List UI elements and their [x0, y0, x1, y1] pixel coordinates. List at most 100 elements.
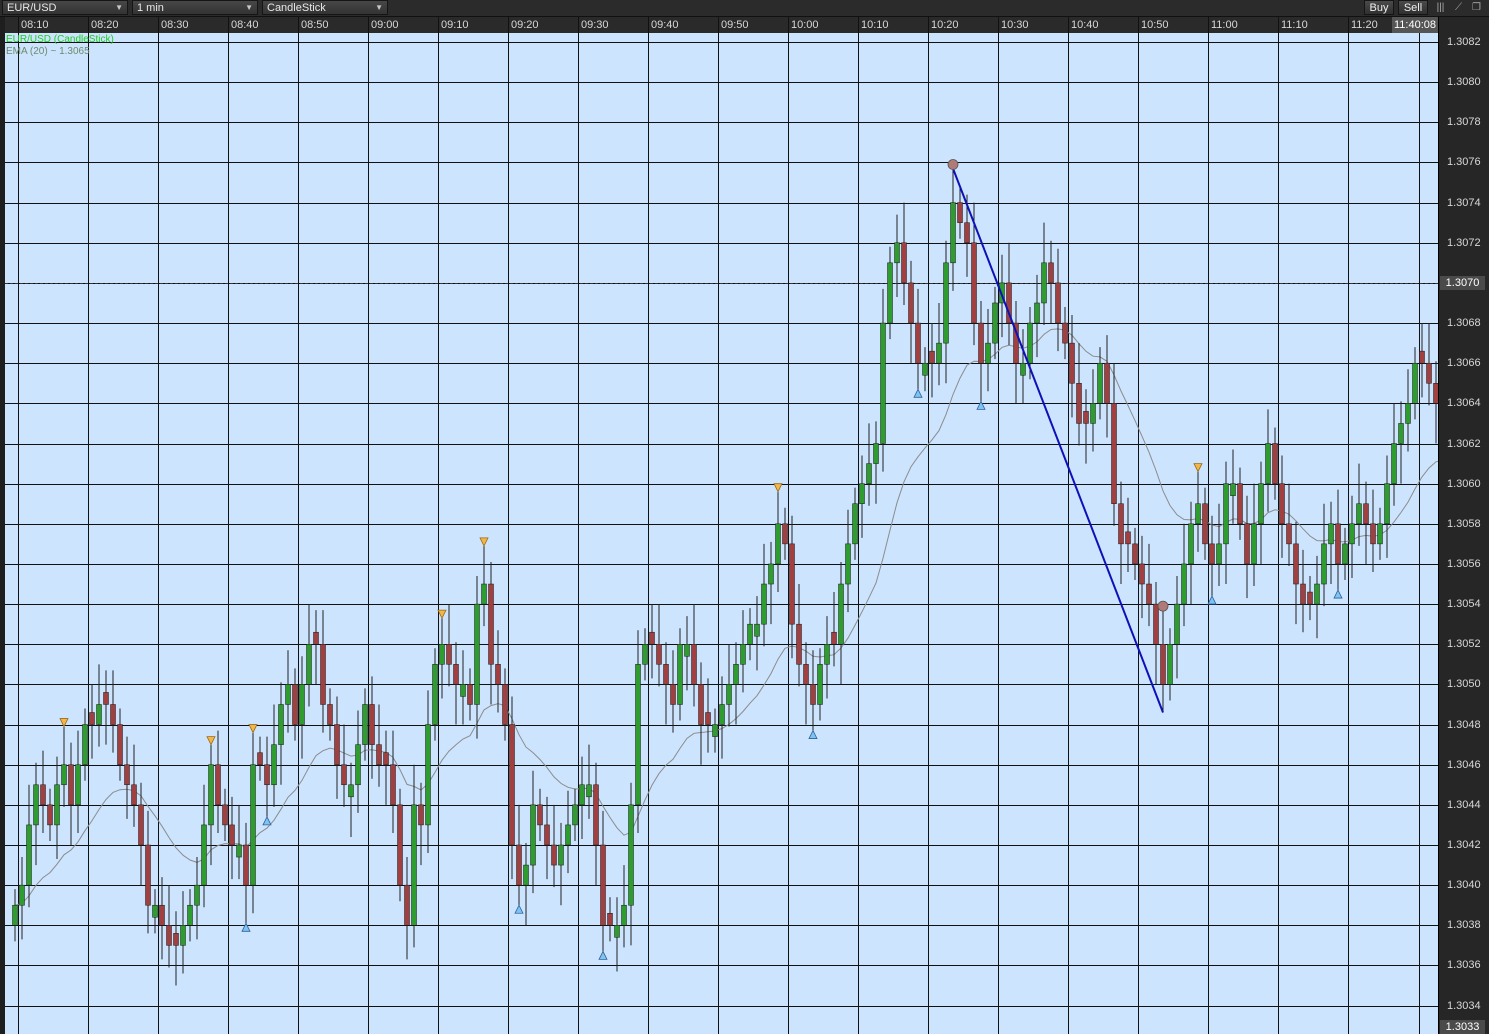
candle-body	[579, 784, 585, 806]
candle-body	[1363, 503, 1369, 525]
price-tick-label: 1.3052	[1447, 638, 1481, 650]
candle-body	[1349, 523, 1355, 545]
candle-body	[1356, 503, 1362, 525]
time-tick-label: 11:00	[1211, 19, 1238, 31]
candle-body	[719, 704, 725, 725]
price-tick-label: 1.3056	[1447, 558, 1481, 570]
candle-body	[383, 752, 389, 765]
candle-body	[327, 704, 333, 725]
candle-body	[1181, 563, 1187, 605]
candle-body	[117, 724, 123, 765]
candle-body	[54, 784, 60, 826]
candle-body	[1076, 383, 1082, 424]
price-tick-label: 1.3046	[1447, 759, 1481, 771]
chart-plot-area[interactable]	[5, 33, 1438, 1034]
candle-body	[915, 322, 921, 364]
candle-body	[1286, 523, 1292, 545]
candle-body	[1405, 403, 1411, 424]
price-tick-label: 1.3038	[1447, 919, 1481, 931]
candle-body	[467, 684, 473, 705]
candle-body	[110, 704, 116, 725]
candle-body	[82, 724, 88, 765]
candle-body	[432, 664, 438, 725]
candle-body	[705, 712, 711, 725]
candle-body	[124, 764, 130, 786]
candle-body	[775, 523, 781, 565]
candle-body	[19, 884, 25, 906]
candle-body	[971, 242, 977, 324]
candle-body	[362, 704, 368, 745]
candle-body	[726, 684, 732, 705]
price-tick-label: 1.3076	[1447, 156, 1481, 168]
candle-body	[838, 583, 844, 645]
buy-button[interactable]: Buy	[1364, 0, 1394, 15]
candle-body	[1125, 531, 1131, 545]
bottom-price-label: 1.3033	[1440, 1020, 1485, 1034]
candle-body	[1321, 543, 1327, 585]
sell-button[interactable]: Sell	[1398, 0, 1428, 15]
candle-body	[754, 623, 760, 637]
candle-body	[33, 784, 39, 826]
price-tick-label: 1.3080	[1447, 76, 1481, 88]
chart-style-select[interactable]: CandleStick ▼	[262, 0, 388, 15]
candle-body	[698, 684, 704, 725]
candle-body	[747, 623, 753, 645]
time-tick-label: 10:30	[1001, 19, 1029, 31]
time-tick-label: 09:50	[721, 19, 749, 31]
candle-body	[1111, 403, 1117, 504]
candle-body	[201, 824, 207, 886]
sell-signal-marker	[248, 724, 258, 734]
chart-toolbar: EUR/USD ▼ 1 min ▼ CandleStick ▼ Buy Sell…	[0, 0, 1489, 17]
candle-body	[1258, 483, 1264, 525]
candle-body	[649, 631, 655, 645]
candle-body	[733, 664, 739, 685]
time-tick	[718, 17, 719, 33]
timeframe-select[interactable]: 1 min ▼	[132, 0, 258, 15]
bars-icon[interactable]: |||	[1432, 0, 1449, 15]
candle-body	[992, 302, 998, 344]
candle-body	[950, 202, 956, 264]
time-tick-label: 10:20	[931, 19, 959, 31]
candle-body	[768, 563, 774, 585]
candle-body	[68, 764, 74, 806]
time-tick	[228, 17, 229, 33]
candle-body	[887, 262, 893, 324]
candle-body	[1328, 523, 1334, 545]
candle-body	[474, 603, 480, 705]
candle-body	[978, 322, 984, 364]
candle-body	[593, 784, 599, 846]
symbol-select[interactable]: EUR/USD ▼	[2, 0, 128, 15]
candle-body	[1335, 523, 1341, 565]
candle-body	[299, 684, 305, 725]
candle-body	[285, 684, 291, 705]
candle-body	[1384, 483, 1390, 525]
candle-body	[523, 864, 529, 886]
candle-body	[1146, 583, 1152, 605]
time-tick	[928, 17, 929, 33]
candle-body	[75, 764, 81, 806]
candle-body	[894, 242, 900, 264]
draw-line-icon[interactable]: ⟋	[1450, 0, 1467, 15]
candle-body	[411, 804, 417, 926]
price-tick-label: 1.3058	[1447, 518, 1481, 530]
detach-window-icon[interactable]: ❐	[1468, 0, 1485, 15]
candle-body	[1223, 483, 1229, 545]
candle-body	[1209, 543, 1215, 565]
candle-body	[866, 463, 872, 484]
candle-body	[859, 483, 865, 504]
candle-body	[684, 644, 690, 657]
time-tick	[1138, 17, 1139, 33]
candle-body	[180, 925, 186, 946]
candle-body	[1377, 523, 1383, 545]
candle-body	[621, 904, 627, 926]
candle-body	[215, 764, 221, 806]
price-tick-label: 1.3036	[1447, 959, 1481, 971]
buy-signal-marker	[913, 388, 923, 398]
time-tick-label: 10:50	[1141, 19, 1169, 31]
candle-body	[390, 764, 396, 806]
price-tick-label: 1.3040	[1447, 879, 1481, 891]
candle-body	[572, 804, 578, 826]
candle-body	[607, 913, 613, 926]
candle-body	[334, 724, 340, 765]
candle-body	[355, 744, 361, 786]
